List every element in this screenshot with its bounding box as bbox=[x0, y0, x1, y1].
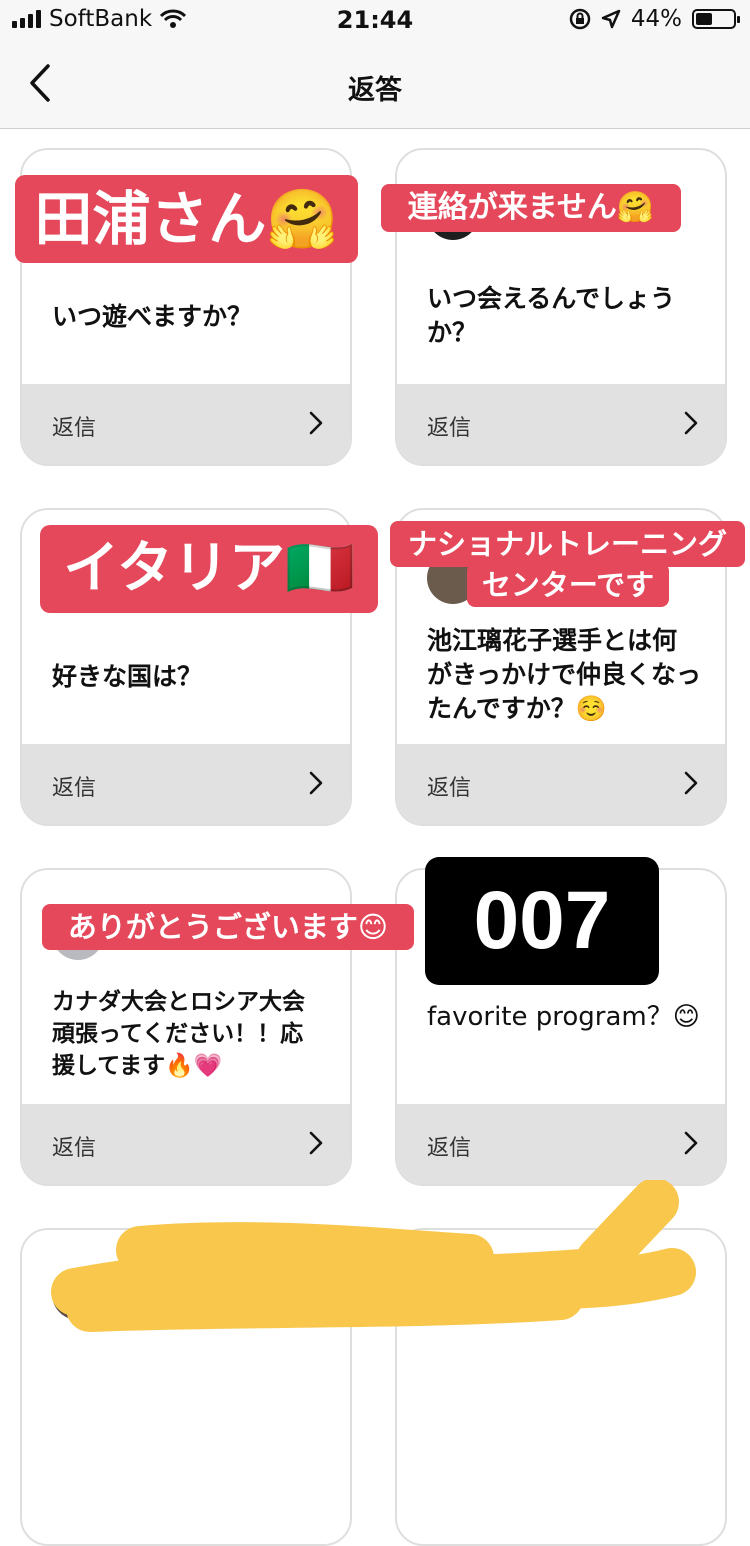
reply-label: 返信 bbox=[52, 776, 97, 801]
question-text: いつ遊べますか？ bbox=[52, 302, 253, 331]
status-bar: SoftBank 21:44 44% bbox=[0, 0, 750, 42]
reply-bar[interactable]: 返信 bbox=[22, 384, 350, 464]
reply-label: 返信 bbox=[52, 416, 97, 441]
nav-bar: 返答 bbox=[0, 42, 750, 129]
battery-icon bbox=[692, 9, 740, 29]
reply-bar[interactable]: 返信 bbox=[397, 1104, 725, 1184]
chevron-right-icon bbox=[684, 1131, 698, 1155]
reply-bar[interactable]: 返信 bbox=[22, 744, 350, 824]
question-text: 好きな国は？ bbox=[52, 662, 203, 691]
chevron-right-icon bbox=[309, 1131, 323, 1155]
status-right: 44% bbox=[569, 6, 740, 32]
reply-label: 返信 bbox=[427, 1136, 472, 1161]
question-text: カナダ大会とロシア大会頑張ってください！！応援してます🔥💗 bbox=[52, 989, 305, 1079]
rotation-lock-icon bbox=[569, 8, 591, 30]
question-text: 池江璃花子選手とは何がきっかけで仲良くなったんですか？☺️ bbox=[427, 626, 702, 723]
question-text: いつ会えるんでしょうか？ bbox=[427, 284, 676, 347]
chevron-right-icon bbox=[684, 411, 698, 435]
answer-sticker: 田浦さん🤗 bbox=[15, 175, 358, 263]
reply-bar[interactable]: 返信 bbox=[397, 384, 725, 464]
answer-sticker: イタリア🇮🇹 bbox=[40, 525, 378, 613]
chevron-right-icon bbox=[309, 771, 323, 795]
page-title: 返答 bbox=[348, 75, 402, 106]
answer-sticker: ナショナルトレーニング bbox=[390, 521, 745, 567]
chevron-right-icon bbox=[684, 771, 698, 795]
chevron-right-icon bbox=[309, 411, 323, 435]
battery-fill bbox=[696, 13, 712, 25]
scribble-overlay bbox=[51, 1180, 696, 1332]
reply-bar[interactable]: 返信 bbox=[22, 1104, 350, 1184]
question-text: favorite program？😊 bbox=[427, 1002, 700, 1032]
answer-sticker: 007 bbox=[425, 857, 659, 985]
reply-bar[interactable]: 返信 bbox=[397, 744, 725, 824]
reply-label: 返信 bbox=[427, 776, 472, 801]
reply-label: 返信 bbox=[427, 416, 472, 441]
answer-sticker: ありがとうございます😊 bbox=[42, 904, 414, 950]
location-icon bbox=[601, 9, 621, 29]
answer-sticker: センターです bbox=[467, 563, 669, 607]
answer-sticker: 連絡が来ません🤗 bbox=[381, 184, 681, 232]
reply-label: 返信 bbox=[52, 1136, 97, 1161]
battery-percent: 44% bbox=[630, 6, 682, 32]
